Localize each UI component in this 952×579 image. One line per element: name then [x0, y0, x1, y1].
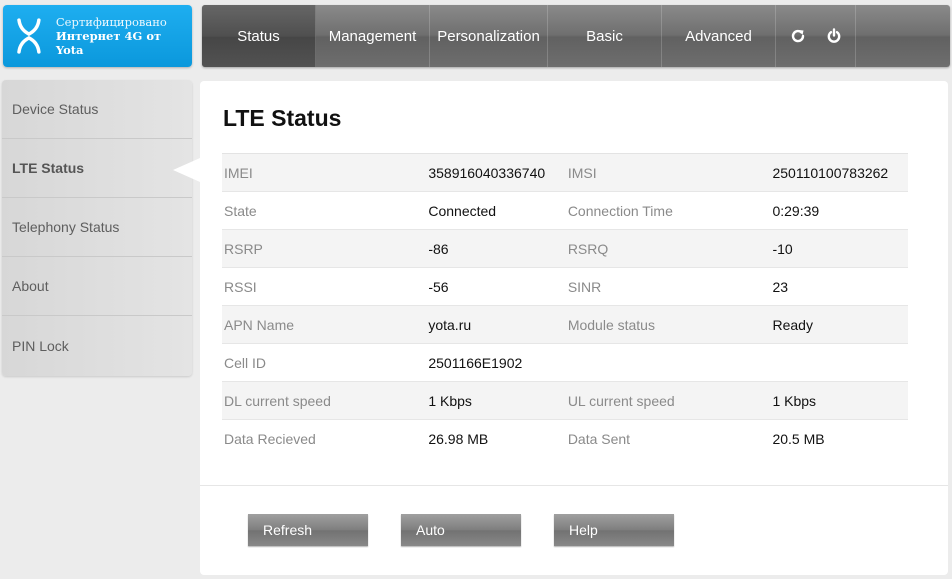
auto-button[interactable]: Auto — [401, 514, 521, 546]
sidebar-item-telephony-status[interactable]: Telephony Status — [2, 198, 192, 257]
tab-basic[interactable]: Basic — [548, 5, 662, 67]
sidebar-item-about[interactable]: About — [2, 257, 192, 316]
yota-logo[interactable]: Сертифицировано Интернет 4G от Yota — [3, 5, 192, 67]
page-title: LTE Status — [223, 105, 342, 131]
table-row: APN Name yota.ru Module status Ready — [222, 305, 908, 344]
row-label: DL current speed — [222, 381, 427, 420]
row-label: State — [222, 191, 427, 230]
row-label: Data Recieved — [222, 419, 427, 457]
row-value: 2501166E1902 — [426, 343, 566, 382]
tab-status[interactable]: Status — [202, 5, 316, 67]
row-value: 1 Kbps — [770, 381, 908, 420]
refresh-icon[interactable] — [790, 28, 806, 44]
row-value: 26.98 MB — [426, 419, 566, 457]
row-value: Connected — [426, 191, 566, 230]
row-value: 20.5 MB — [770, 419, 908, 457]
row-value: -10 — [770, 229, 908, 268]
row-value: 23 — [770, 267, 908, 306]
lte-status-table: IMEI 358916040336740 IMSI 25011010078326… — [222, 153, 908, 457]
row-label: Module status — [565, 305, 771, 344]
row-label: RSSI — [222, 267, 427, 306]
row-label: Connection Time — [565, 191, 771, 230]
table-row: IMEI 358916040336740 IMSI 25011010078326… — [222, 153, 908, 192]
logo-line-2: Интернет 4G от Yota — [55, 29, 162, 57]
row-value: Ready — [770, 305, 908, 344]
row-value: 1 Kbps — [426, 381, 566, 420]
table-row: RSSI -56 SINR 23 — [222, 267, 908, 306]
row-value: 0:29:39 — [770, 191, 908, 230]
row-label: APN Name — [222, 305, 427, 344]
row-value: -86 — [426, 229, 566, 268]
row-label: IMSI — [565, 153, 771, 192]
row-label: SINR — [565, 267, 771, 306]
row-value — [770, 343, 908, 382]
tab-advanced[interactable]: Advanced — [662, 5, 776, 67]
row-label: RSRQ — [565, 229, 771, 268]
power-icon[interactable] — [826, 28, 842, 44]
sidebar-item-pin-lock[interactable]: PIN Lock — [2, 316, 192, 375]
table-row: Cell ID 2501166E1902 — [222, 343, 908, 382]
row-label: UL current speed — [565, 381, 771, 420]
row-label: RSRP — [222, 229, 427, 268]
row-value: 250110100783262 — [770, 153, 908, 192]
table-row: RSRP -86 RSRQ -10 — [222, 229, 908, 268]
tab-management[interactable]: Management — [316, 5, 430, 67]
table-row: State Connected Connection Time 0:29:39 — [222, 191, 908, 230]
sidebar: Device Status LTE Status Telephony Statu… — [2, 80, 192, 376]
row-value: yota.ru — [426, 305, 566, 344]
logo-line-1: Сертифицировано — [55, 15, 167, 29]
row-label: Cell ID — [222, 343, 427, 382]
row-value: -56 — [426, 267, 566, 306]
refresh-button[interactable]: Refresh — [248, 514, 368, 546]
row-label — [565, 343, 771, 382]
table-row: Data Recieved 26.98 MB Data Sent 20.5 MB — [222, 419, 908, 457]
divider — [200, 485, 948, 486]
tab-personalization[interactable]: Personalization — [430, 5, 548, 67]
nav-actions — [776, 5, 856, 67]
main-panel: LTE Status IMEI 358916040336740 IMSI 250… — [200, 81, 948, 575]
active-item-pointer — [173, 158, 200, 182]
sidebar-item-lte-status[interactable]: LTE Status — [2, 139, 192, 198]
row-label: Data Sent — [565, 419, 771, 457]
help-button[interactable]: Help — [554, 514, 674, 546]
sidebar-item-device-status[interactable]: Device Status — [2, 80, 192, 139]
row-value: 358916040336740 — [426, 153, 566, 192]
table-row: DL current speed 1 Kbps UL current speed… — [222, 381, 908, 420]
row-label: IMEI — [222, 153, 427, 192]
yota-logo-icon — [17, 18, 41, 54]
top-nav: Status Management Personalization Basic … — [202, 5, 950, 67]
